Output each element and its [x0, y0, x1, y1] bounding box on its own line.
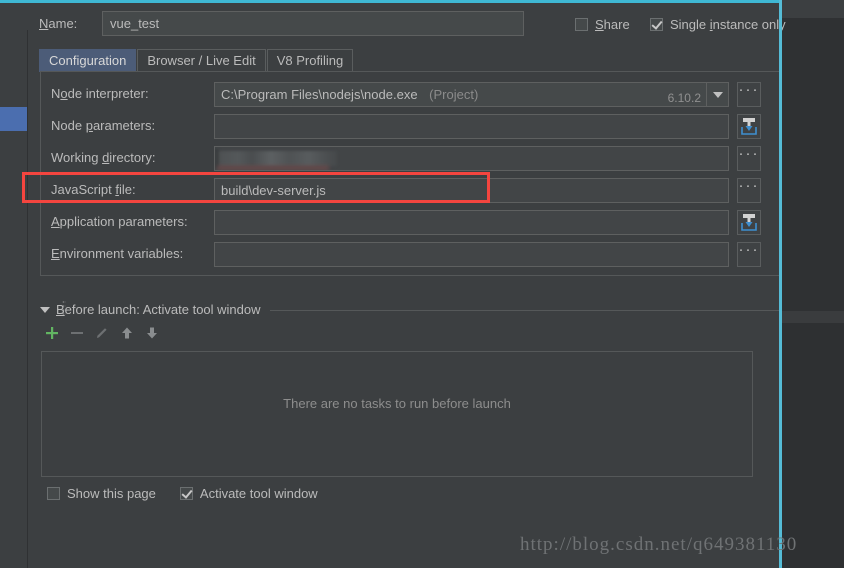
row-node-interpreter: Node interpreter: C:\Program Files\nodej…	[41, 81, 781, 107]
show-this-page-label: Show this page	[67, 486, 156, 501]
ide-background-strip-top	[782, 0, 844, 18]
redaction-underline	[217, 166, 329, 170]
edit-icon	[94, 325, 110, 341]
row-node-parameters: Node parameters:	[41, 114, 781, 139]
dialog-body: Name: vue_test Share Single instance onl…	[28, 3, 786, 568]
environment-variables-browse-button[interactable]	[737, 241, 761, 267]
tab-bar: Configuration Browser / Live Edit V8 Pro…	[39, 48, 354, 72]
application-parameters-label: Application parameters:	[51, 214, 188, 229]
single-instance-checkbox-box[interactable]	[650, 18, 663, 31]
share-checkbox[interactable]: Share	[575, 17, 630, 32]
application-parameters-expand-button[interactable]	[737, 210, 761, 235]
chevron-down-icon[interactable]	[706, 83, 728, 106]
move-up-icon	[119, 325, 135, 341]
node-interpreter-browse-button[interactable]	[737, 81, 761, 107]
row-application-parameters: Application parameters:	[41, 210, 781, 235]
name-input[interactable]: vue_test	[102, 11, 524, 36]
node-interpreter-combo[interactable]: C:\Program Files\nodejs\node.exe (Projec…	[214, 82, 729, 107]
node-interpreter-label: Node interpreter:	[51, 86, 149, 101]
run-configuration-dialog: Name: vue_test Share Single instance onl…	[0, 0, 844, 568]
before-launch-tasks-list[interactable]: There are no tasks to run before launch	[41, 351, 753, 477]
ide-background-strip-divider	[782, 311, 844, 323]
settings-tree-panel[interactable]	[0, 30, 28, 568]
node-parameters-input[interactable]	[214, 114, 729, 139]
bottom-options: Show this page Activate tool window	[47, 486, 318, 501]
node-interpreter-version: 6.10.2	[667, 91, 701, 105]
show-this-page-checkbox[interactable]: Show this page	[47, 486, 156, 501]
working-directory-browse-button[interactable]	[737, 145, 761, 171]
before-launch-toolbar	[44, 325, 244, 345]
share-checkbox-label: Share	[595, 17, 630, 32]
watermark-text: http://blog.csdn.net/q649381130	[520, 534, 798, 555]
share-checkbox-box[interactable]	[575, 18, 588, 31]
window-border-right	[779, 0, 782, 568]
row-javascript-file: JavaScript file: build\dev-server.js	[41, 177, 781, 203]
window-border-top	[0, 0, 782, 3]
expand-editor-icon	[741, 118, 757, 135]
single-instance-checkbox-label: Single instance only	[670, 17, 786, 32]
working-directory-input[interactable]	[214, 146, 729, 171]
show-this-page-checkbox-box[interactable]	[47, 487, 60, 500]
name-label: Name:	[39, 16, 78, 31]
javascript-file-browse-button[interactable]	[737, 177, 761, 203]
environment-variables-input[interactable]	[214, 242, 729, 267]
node-parameters-label: Node parameters:	[51, 118, 156, 133]
javascript-file-label: JavaScript file:	[51, 182, 136, 197]
settings-tree-selected-item[interactable]	[0, 107, 27, 131]
application-parameters-input[interactable]	[214, 210, 729, 235]
tab-v8-profiling[interactable]: V8 Profiling	[266, 49, 354, 72]
move-down-icon	[144, 325, 160, 341]
chevron-down-icon[interactable]	[40, 306, 50, 313]
before-launch-empty-message: There are no tasks to run before launch	[283, 396, 511, 411]
node-interpreter-value: C:\Program Files\nodejs\node.exe	[221, 87, 418, 102]
configuration-panel: Node interpreter: C:\Program Files\nodej…	[40, 71, 780, 276]
add-icon[interactable]	[44, 325, 60, 341]
expand-editor-icon	[741, 214, 757, 231]
remove-icon	[69, 325, 85, 341]
working-directory-label: Working directory:	[51, 150, 156, 165]
row-environment-variables: Environment variables:	[41, 241, 781, 267]
activate-tool-window-label: Activate tool window	[199, 486, 318, 501]
environment-variables-label: Environment variables:	[51, 246, 184, 261]
javascript-file-input[interactable]: build\dev-server.js	[214, 178, 729, 203]
activate-tool-window-checkbox-box[interactable]	[179, 487, 193, 500]
row-working-directory: Working directory:	[41, 145, 781, 171]
tab-browser-live-edit[interactable]: Browser / Live Edit	[137, 49, 266, 72]
node-interpreter-scope: (Project)	[429, 87, 479, 102]
ide-background-strip-upper	[782, 18, 844, 311]
activate-tool-window-checkbox[interactable]: Activate tool window	[179, 486, 318, 501]
before-launch-header: Before launch: Activate tool window	[40, 302, 780, 317]
node-parameters-expand-button[interactable]	[737, 114, 761, 139]
single-instance-checkbox[interactable]: Single instance only	[650, 17, 786, 32]
working-directory-redacted-value	[219, 151, 337, 166]
before-launch-title: Before launch: Activate tool window	[56, 302, 261, 317]
ide-background-strip-lower	[782, 323, 844, 568]
tab-configuration[interactable]: Configuration	[39, 49, 137, 72]
before-launch-separator	[269, 310, 780, 311]
